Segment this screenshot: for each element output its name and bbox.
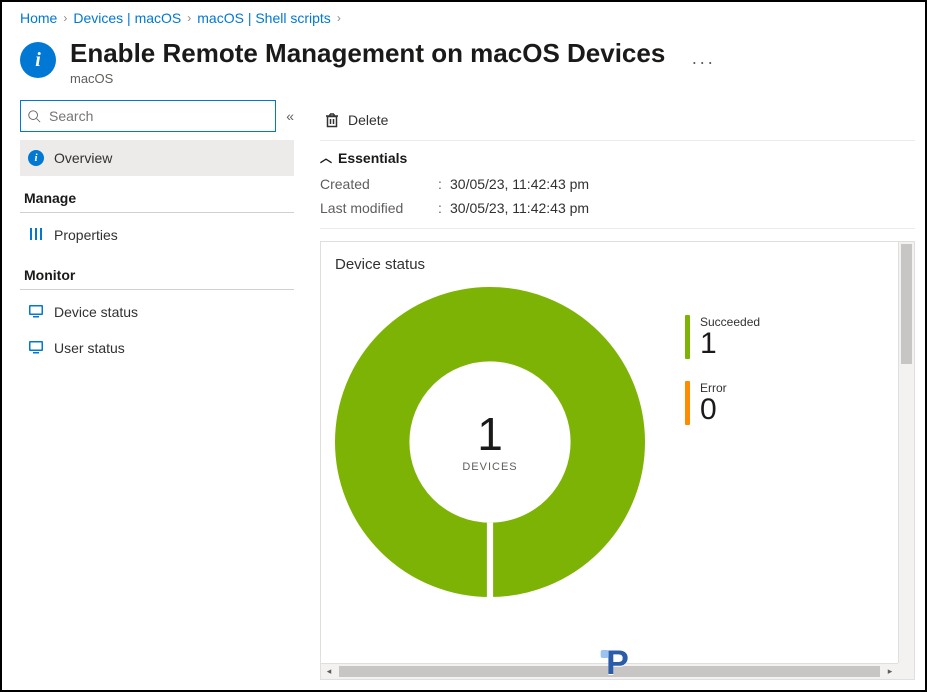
search-icon xyxy=(27,109,41,123)
breadcrumb-devices-macos[interactable]: Devices | macOS xyxy=(73,10,181,26)
chevron-right-icon: › xyxy=(337,11,341,25)
properties-icon xyxy=(28,226,44,245)
collapse-sidebar-button[interactable]: « xyxy=(286,108,294,124)
field-value: 30/05/23, 11:42:43 pm xyxy=(450,200,589,216)
scrollbar-thumb[interactable] xyxy=(339,666,880,677)
breadcrumb-shell-scripts[interactable]: macOS | Shell scripts xyxy=(197,10,331,26)
essentials-heading: Essentials xyxy=(338,150,407,166)
monitor-icon xyxy=(28,303,44,322)
sidebar-group-monitor: Monitor xyxy=(20,253,294,290)
legend-value: 0 xyxy=(700,395,727,425)
chevron-right-icon: › xyxy=(63,11,67,25)
legend-color-error xyxy=(685,381,690,425)
field-label: Last modified xyxy=(320,200,430,216)
sidebar-item-label: Overview xyxy=(54,150,112,166)
device-status-card: Device status 1 DEVICES xyxy=(320,241,915,680)
scrollbar-corner xyxy=(898,663,914,679)
donut-chart: 1 DEVICES xyxy=(335,287,645,597)
scroll-left-icon[interactable]: ◂ xyxy=(321,664,337,679)
sidebar-item-label: Properties xyxy=(54,227,118,243)
search-input[interactable] xyxy=(47,107,269,125)
horizontal-scrollbar[interactable]: ◂ ▸ xyxy=(321,663,898,679)
monitor-icon xyxy=(28,339,44,358)
essentials-row-created: Created : 30/05/23, 11:42:43 pm xyxy=(320,172,915,196)
sidebar-item-label: User status xyxy=(54,340,125,356)
page-header: i Enable Remote Management on macOS Devi… xyxy=(2,30,925,100)
sidebar: « i Overview Manage Properties Monitor D… xyxy=(2,100,302,680)
scrollbar-thumb[interactable] xyxy=(901,244,912,364)
card-title: Device status xyxy=(335,256,892,273)
legend-item-succeeded: Succeeded 1 xyxy=(685,315,760,359)
donut-center-value: 1 xyxy=(477,411,503,457)
legend-color-succeeded xyxy=(685,315,690,359)
sidebar-item-user-status[interactable]: User status xyxy=(20,330,294,366)
info-icon: i xyxy=(20,42,56,78)
essentials-toggle[interactable]: ︿ Essentials xyxy=(320,140,915,172)
search-input-wrapper[interactable] xyxy=(20,100,276,132)
breadcrumb: Home › Devices | macOS › macOS | Shell s… xyxy=(2,2,925,30)
breadcrumb-home[interactable]: Home xyxy=(20,10,57,26)
chevron-right-icon: › xyxy=(187,11,191,25)
chart-legend: Succeeded 1 Error 0 xyxy=(685,315,760,425)
legend-value: 1 xyxy=(700,329,760,359)
vertical-scrollbar[interactable] xyxy=(898,242,914,663)
main-content: Delete ︿ Essentials Created : 30/05/23, … xyxy=(302,100,925,680)
sidebar-item-label: Device status xyxy=(54,304,138,320)
field-value: 30/05/23, 11:42:43 pm xyxy=(450,176,589,192)
sidebar-item-device-status[interactable]: Device status xyxy=(20,294,294,330)
essentials-block: Created : 30/05/23, 11:42:43 pm Last mod… xyxy=(320,172,915,229)
delete-button[interactable]: Delete xyxy=(320,108,392,132)
page-subtitle: macOS xyxy=(70,71,665,86)
command-bar: Delete xyxy=(320,100,915,140)
field-label: Created xyxy=(320,176,430,192)
scroll-right-icon[interactable]: ▸ xyxy=(882,664,898,679)
page-title: Enable Remote Management on macOS Device… xyxy=(70,38,665,69)
info-icon: i xyxy=(28,150,44,166)
trash-icon xyxy=(324,112,340,128)
button-label: Delete xyxy=(348,112,388,128)
chevron-up-icon: ︿ xyxy=(320,149,332,166)
sidebar-item-properties[interactable]: Properties xyxy=(20,217,294,253)
donut-center-label: DEVICES xyxy=(462,461,517,473)
sidebar-item-overview[interactable]: i Overview xyxy=(20,140,294,176)
more-actions-button[interactable]: ··· xyxy=(691,52,715,73)
essentials-row-modified: Last modified : 30/05/23, 11:42:43 pm xyxy=(320,196,915,220)
sidebar-group-manage: Manage xyxy=(20,176,294,213)
legend-item-error: Error 0 xyxy=(685,381,760,425)
